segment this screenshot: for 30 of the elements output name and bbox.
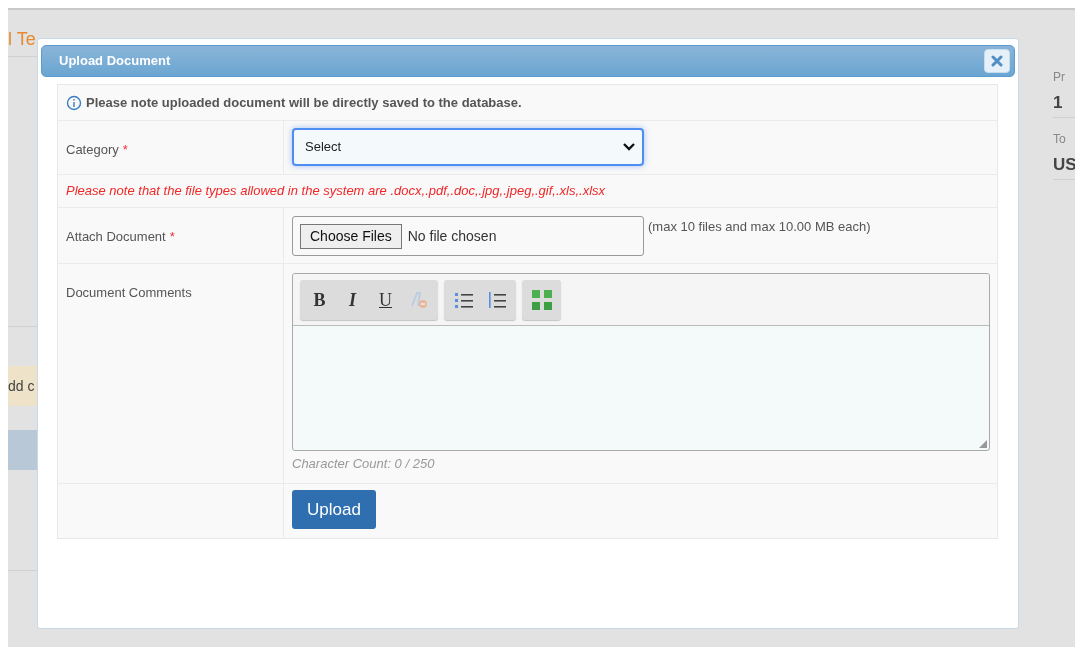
maximize-icon (530, 289, 553, 311)
numbered-list-icon (486, 291, 507, 309)
field-label: Attach Document (66, 229, 166, 244)
upload-button[interactable]: Upload (292, 490, 376, 529)
required-asterisk: * (122, 142, 128, 157)
bulleted-list-icon (453, 291, 474, 309)
page-heading: l Te (8, 28, 36, 51)
italic-button[interactable]: I (336, 283, 369, 317)
close-icon (991, 55, 1003, 67)
character-count: Character Count: 0 / 250 (292, 455, 436, 473)
file-limit-hint: (max 10 files and max 10.00 MB each) (648, 218, 871, 236)
dialog-title: Upload Document (59, 52, 171, 71)
chevron-down-icon (622, 142, 636, 152)
choose-files-label: Choose Files (300, 223, 402, 249)
side-label: Pr (1053, 69, 1066, 86)
close-button[interactable] (984, 49, 1010, 73)
file-types-note: Please note that the file types allowed in the system are .docx,.pdf,.doc,.jpg,.jpeg,.gif,.xls,.xlsx (66, 182, 606, 201)
category-select[interactable]: Select (292, 128, 644, 166)
info-icon (66, 94, 82, 111)
field-label: Category (66, 142, 119, 157)
side-value: 1 (1053, 92, 1064, 114)
resize-handle-icon[interactable] (979, 440, 987, 448)
side-label: To (1053, 131, 1067, 148)
file-status: No file chosen (407, 226, 497, 246)
underline-button[interactable]: U (369, 283, 402, 317)
bold-button[interactable]: B (303, 283, 336, 317)
required-asterisk: * (169, 229, 175, 244)
file-input[interactable]: Choose Files No file chosen (292, 216, 644, 256)
info-message: Please note uploaded document will be directly saved to the database. (86, 93, 522, 112)
field-label: Document Comments (66, 285, 192, 300)
